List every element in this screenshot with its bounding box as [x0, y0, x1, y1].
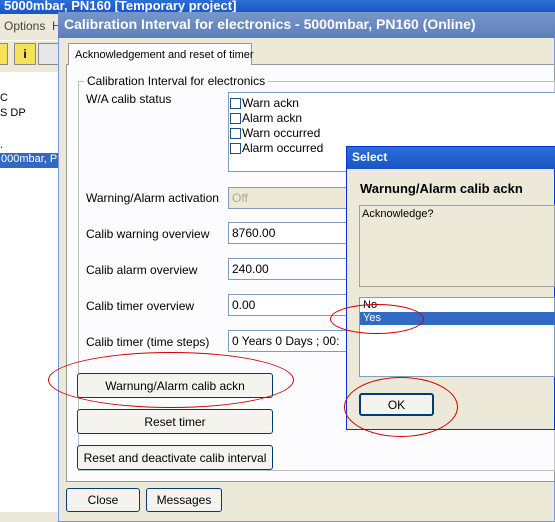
close-button[interactable]: Close: [66, 488, 140, 512]
annotation-ellipse-yes: [330, 304, 424, 334]
dialog-heading: Warnung/Alarm calib ackn: [360, 181, 523, 196]
reset-deactivate-button[interactable]: Reset and deactivate calib interval: [77, 445, 273, 470]
tree-item[interactable]: .: [0, 139, 3, 151]
messages-button[interactable]: Messages: [146, 488, 222, 512]
dialog-title: Select: [352, 150, 388, 164]
toolbar-button-partial[interactable]: [0, 43, 8, 65]
info-icon[interactable]: i: [14, 43, 36, 65]
window-title: Calibration Interval for electronics - 5…: [64, 16, 476, 32]
menu-options[interactable]: Options: [4, 19, 45, 33]
checkbox-icon: [230, 112, 241, 124]
warning-overview-label: Calib warning overview: [86, 227, 210, 241]
annotation-ellipse-ok: [344, 377, 458, 437]
status-alarm-occurred: Alarm occurred: [230, 141, 323, 155]
tree-item-selected[interactable]: 000mbar, PN: [0, 153, 60, 168]
wa-status-label: W/A calib status: [86, 92, 172, 106]
activation-label: Warning/Alarm activation: [86, 191, 219, 205]
timer-steps-label: Calib timer (time steps): [86, 335, 210, 349]
status-warn-ackn: Warn ackn: [230, 96, 299, 110]
status-alarm-ackn: Alarm ackn: [230, 111, 302, 125]
tree-item[interactable]: S DP: [0, 107, 26, 119]
checkbox-icon: [230, 142, 241, 154]
status-warn-occurred: Warn occurred: [230, 126, 320, 140]
group-label: Calibration Interval for electronics: [84, 74, 269, 88]
reset-timer-button[interactable]: Reset timer: [77, 409, 273, 434]
checkbox-icon: [230, 97, 241, 109]
annotation-ellipse-ack: [48, 352, 294, 408]
toolbar-button[interactable]: [38, 43, 60, 65]
checkbox-icon: [230, 127, 241, 139]
timer-overview-label: Calib timer overview: [86, 299, 195, 313]
alarm-overview-label: Calib alarm overview: [86, 263, 198, 277]
project-tree[interactable]: [0, 72, 61, 512]
tab-acknowledgement[interactable]: Acknowledgement and reset of timer: [68, 43, 254, 65]
dialog-prompt: Acknowledge?: [359, 205, 555, 287]
tree-item[interactable]: C: [0, 92, 8, 104]
